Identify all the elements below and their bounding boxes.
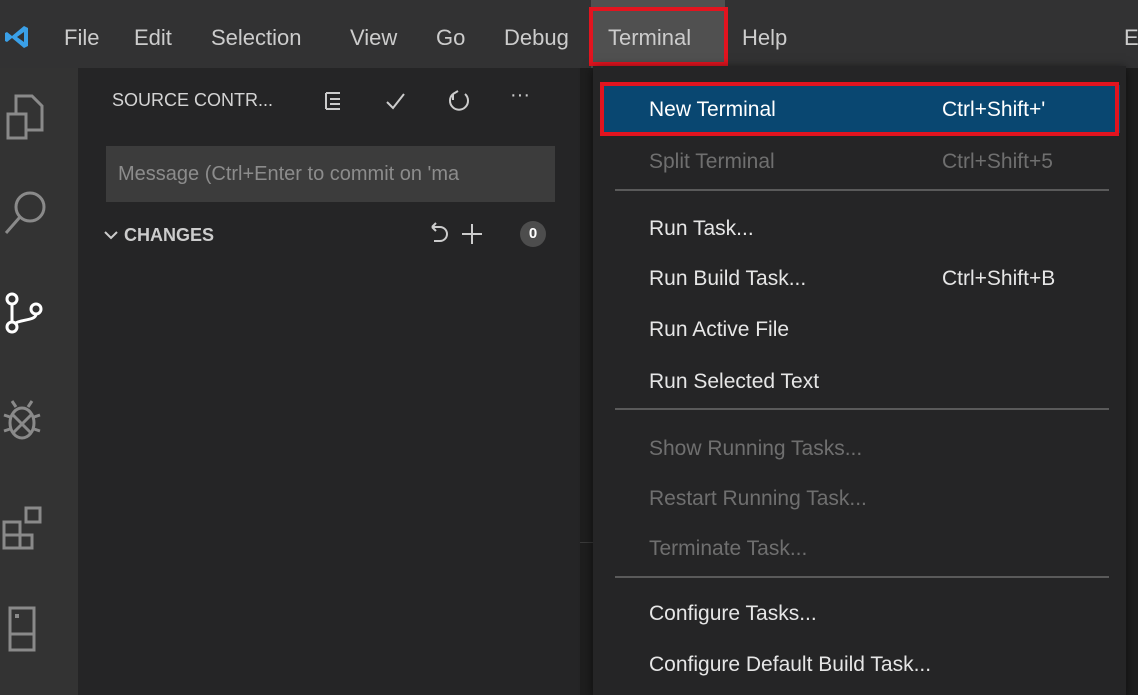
menu-item-split-terminal[interactable]: Split Terminal Ctrl+Shift+5 — [601, 137, 1120, 185]
explorer-icon[interactable] — [0, 90, 56, 146]
configure-default-build-task-label: Configure Default Build Task... — [649, 653, 932, 676]
more-actions-icon[interactable]: ··· — [510, 84, 530, 107]
refresh-icon[interactable] — [447, 89, 471, 113]
menu-edit[interactable]: Edit — [134, 0, 172, 68]
changes-count-badge: 0 — [520, 221, 546, 247]
menu-separator — [615, 408, 1109, 410]
menu-separator — [615, 189, 1109, 191]
configure-tasks-label: Configure Tasks... — [649, 602, 817, 625]
run-build-task-shortcut: Ctrl+Shift+B — [942, 267, 1056, 290]
menu-item-run-active-file[interactable]: Run Active File — [601, 305, 1120, 353]
menu-separator — [615, 576, 1109, 578]
changes-section-header[interactable]: CHANGES 0 — [78, 216, 580, 256]
menu-help[interactable]: Help — [742, 0, 787, 68]
new-terminal-highlight — [600, 82, 1119, 136]
menu-go[interactable]: Go — [436, 0, 465, 68]
show-running-tasks-label: Show Running Tasks... — [649, 437, 863, 460]
commit-check-icon[interactable] — [384, 90, 406, 112]
commit-message-input[interactable]: Message (Ctrl+Enter to commit on 'ma — [106, 146, 555, 202]
menu-debug[interactable]: Debug — [504, 0, 569, 68]
split-terminal-shortcut: Ctrl+Shift+5 — [942, 150, 1053, 173]
menu-clipped[interactable]: E — [1124, 0, 1138, 68]
menu-item-configure-default-build-task[interactable]: Configure Default Build Task... — [601, 640, 1120, 688]
split-terminal-label: Split Terminal — [649, 150, 775, 173]
menu-item-show-running-tasks[interactable]: Show Running Tasks... — [601, 424, 1120, 472]
sidebar-title: SOURCE CONTR... — [112, 90, 274, 110]
run-selected-text-label: Run Selected Text — [649, 370, 820, 393]
discard-all-icon[interactable] — [426, 222, 450, 248]
debug-icon[interactable] — [0, 393, 56, 449]
chevron-down-icon — [104, 231, 118, 240]
menu-item-configure-tasks[interactable]: Configure Tasks... — [601, 589, 1120, 637]
changes-label: CHANGES — [124, 225, 215, 245]
activity-bar — [0, 68, 78, 695]
run-active-file-label: Run Active File — [649, 318, 790, 341]
extensions-icon[interactable] — [0, 500, 56, 556]
run-task-label: Run Task... — [649, 217, 754, 240]
commit-message-placeholder: Message (Ctrl+Enter to commit on 'ma — [118, 163, 460, 185]
menu-item-terminate-task[interactable]: Terminate Task... — [601, 524, 1120, 572]
menu-item-run-build-task[interactable]: Run Build Task... Ctrl+Shift+B — [601, 254, 1120, 302]
title-bar: File Edit Selection View Go Debug Termin… — [0, 0, 1138, 68]
menu-file[interactable]: File — [64, 0, 99, 68]
vscode-logo-icon — [5, 26, 28, 48]
menu-item-run-selected-text[interactable]: Run Selected Text — [601, 357, 1120, 405]
source-control-sidebar: SOURCE CONTR... ··· Message (Ctrl+Enter … — [78, 68, 580, 695]
remote-explorer-icon[interactable] — [0, 600, 56, 656]
restart-running-task-label: Restart Running Task... — [649, 487, 867, 510]
terminal-menu-highlight — [589, 7, 728, 66]
menu-item-restart-running-task[interactable]: Restart Running Task... — [601, 474, 1120, 522]
view-as-tree-icon[interactable] — [322, 90, 344, 112]
terminate-task-label: Terminate Task... — [649, 537, 808, 560]
source-control-icon[interactable] — [0, 285, 56, 341]
stage-all-icon[interactable] — [460, 222, 484, 246]
terminal-menu: New Terminal Ctrl+Shift+' Split Terminal… — [593, 66, 1126, 695]
menu-selection[interactable]: Selection — [211, 0, 302, 68]
search-icon[interactable] — [0, 185, 56, 241]
menu-view[interactable]: View — [350, 0, 397, 68]
menu-item-run-task[interactable]: Run Task... — [601, 204, 1120, 252]
run-build-task-label: Run Build Task... — [649, 267, 807, 290]
